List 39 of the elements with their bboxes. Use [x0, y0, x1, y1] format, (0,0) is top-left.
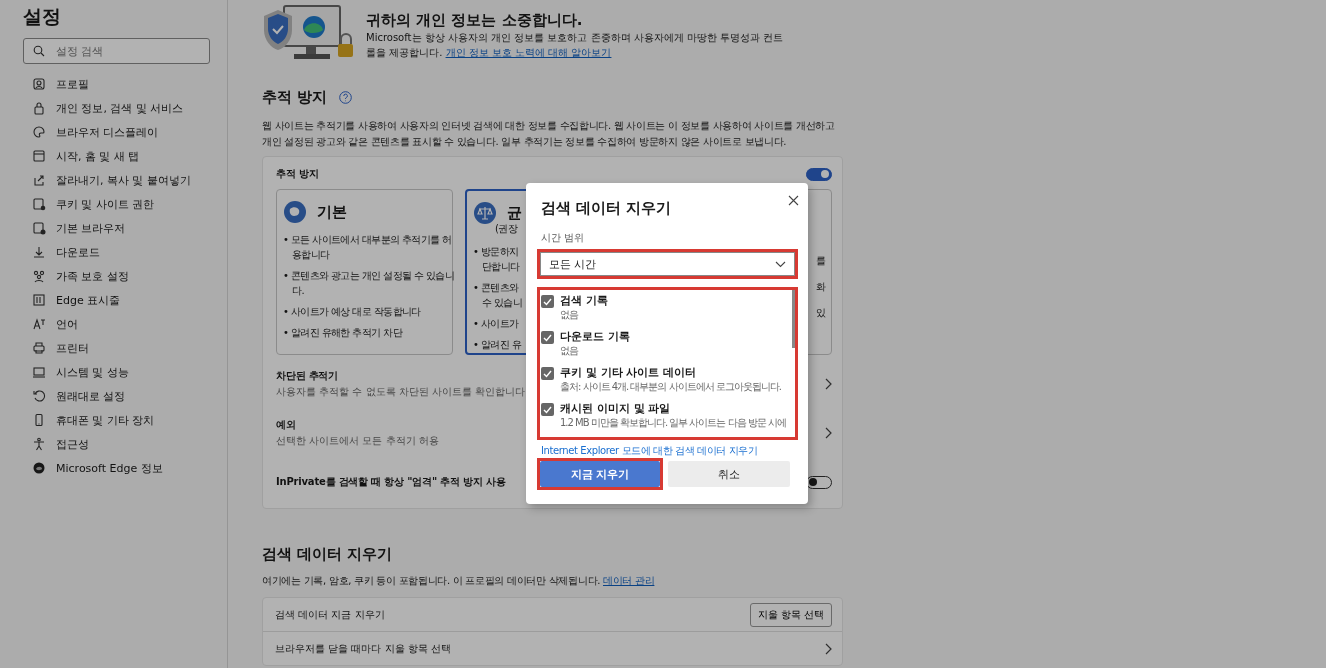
dialog-title: 검색 데이터 지우기: [541, 199, 673, 219]
section-description: 웹 사이트는 추적기를 사용하여 사용자의 인터넷 검색에 대한 정보를 수집합니다. 웹 사이트는 이 정보를 사용하여 사이트를 개선하고 개인 설정된 광고와 같은 콘텐츠를 표시할 수 있습니다. 일부 추적기는 정보를 수집하여 방문하지 않은 사이트로 보냅니다.: [262, 119, 836, 149]
setting-title: 차단된 추적기: [276, 369, 340, 383]
option-detail: 없음: [560, 308, 578, 321]
level-bullet: 화: [815, 280, 825, 294]
card-title: 추적 방지: [276, 167, 320, 181]
level-title: 균: [507, 203, 522, 223]
level-bullet: • 알려진 유: [473, 338, 522, 352]
level-bullet: • 콘텐츠와 수 있습니: [473, 281, 523, 310]
option-detail: 출처: 사이트 4개. 대부분의 사이트에서 로그아웃됩니다.: [560, 380, 781, 393]
level-bullet: • 방문하지 단합니다: [473, 245, 520, 274]
level-bullet: • 콘텐츠와 광고는 개인 설정될 수 있습니다.: [283, 269, 456, 298]
banner-title: 귀하의 개인 정보는 소중합니다.: [366, 10, 584, 30]
option-label: 캐시된 이미지 및 파일: [560, 401, 671, 416]
level-bullet: • 사이트가 예상 대로 작동합니다: [283, 305, 421, 319]
level-bullet: • 모든 사이트에서 대부분의 추적기를 허용합니다: [283, 233, 453, 262]
setting-description: 선택한 사이트에서 모든 추적기 허용: [276, 434, 439, 448]
setting-title: 검색 데이터 지금 지우기: [275, 607, 385, 622]
setting-description: 사용자를 추적할 수 없도록 차단된 사이트를 확인합니다: [276, 385, 526, 399]
field-label: 시간 범위: [541, 231, 586, 245]
sidebar-title: 설정: [23, 4, 62, 29]
setting-title: 예외: [276, 418, 297, 432]
setting-title: InPrivate를 검색할 때 항상 "엄격" 추적 방지 사용: [276, 475, 506, 489]
level-bullet: • 알려진 유해한 추적기 차단: [283, 326, 402, 340]
banner-text: Microsoft는 항상 사용자의 개인 정보를 보호하고 존중하며 사용자에게 마땅한 투명성과 컨트롤을 제공합니다. 개인 정보 보호 노력에 대해 알아보기: [366, 31, 785, 60]
level-title: 기본: [317, 202, 347, 222]
option-label: 검색 기록: [560, 293, 608, 308]
setting-title: 브라우저를 닫을 때마다 지울 항목 선택: [275, 641, 451, 656]
option-label: 쿠키 및 기타 사이트 데이터: [560, 365, 697, 380]
section-heading: 검색 데이터 지우기: [262, 544, 393, 564]
option-label: 다운로드 기록: [560, 329, 630, 344]
section-description: 여기에는 기록, 암호, 쿠키 등이 포함됩니다. 이 프로필의 데이터만 삭제됩니다. 데이터 관리: [262, 574, 656, 588]
option-detail: 1.2 MB 미만을 확보합니다. 일부 사이트는 다음 방문 시에: [560, 416, 786, 429]
level-subtitle: (권장: [495, 222, 518, 236]
level-bullet: 를: [815, 254, 825, 268]
level-bullet: • 사이트가: [473, 317, 519, 331]
level-bullet: 있: [815, 306, 825, 320]
section-heading: 추적 방지: [262, 87, 328, 107]
option-detail: 없음: [560, 344, 578, 357]
